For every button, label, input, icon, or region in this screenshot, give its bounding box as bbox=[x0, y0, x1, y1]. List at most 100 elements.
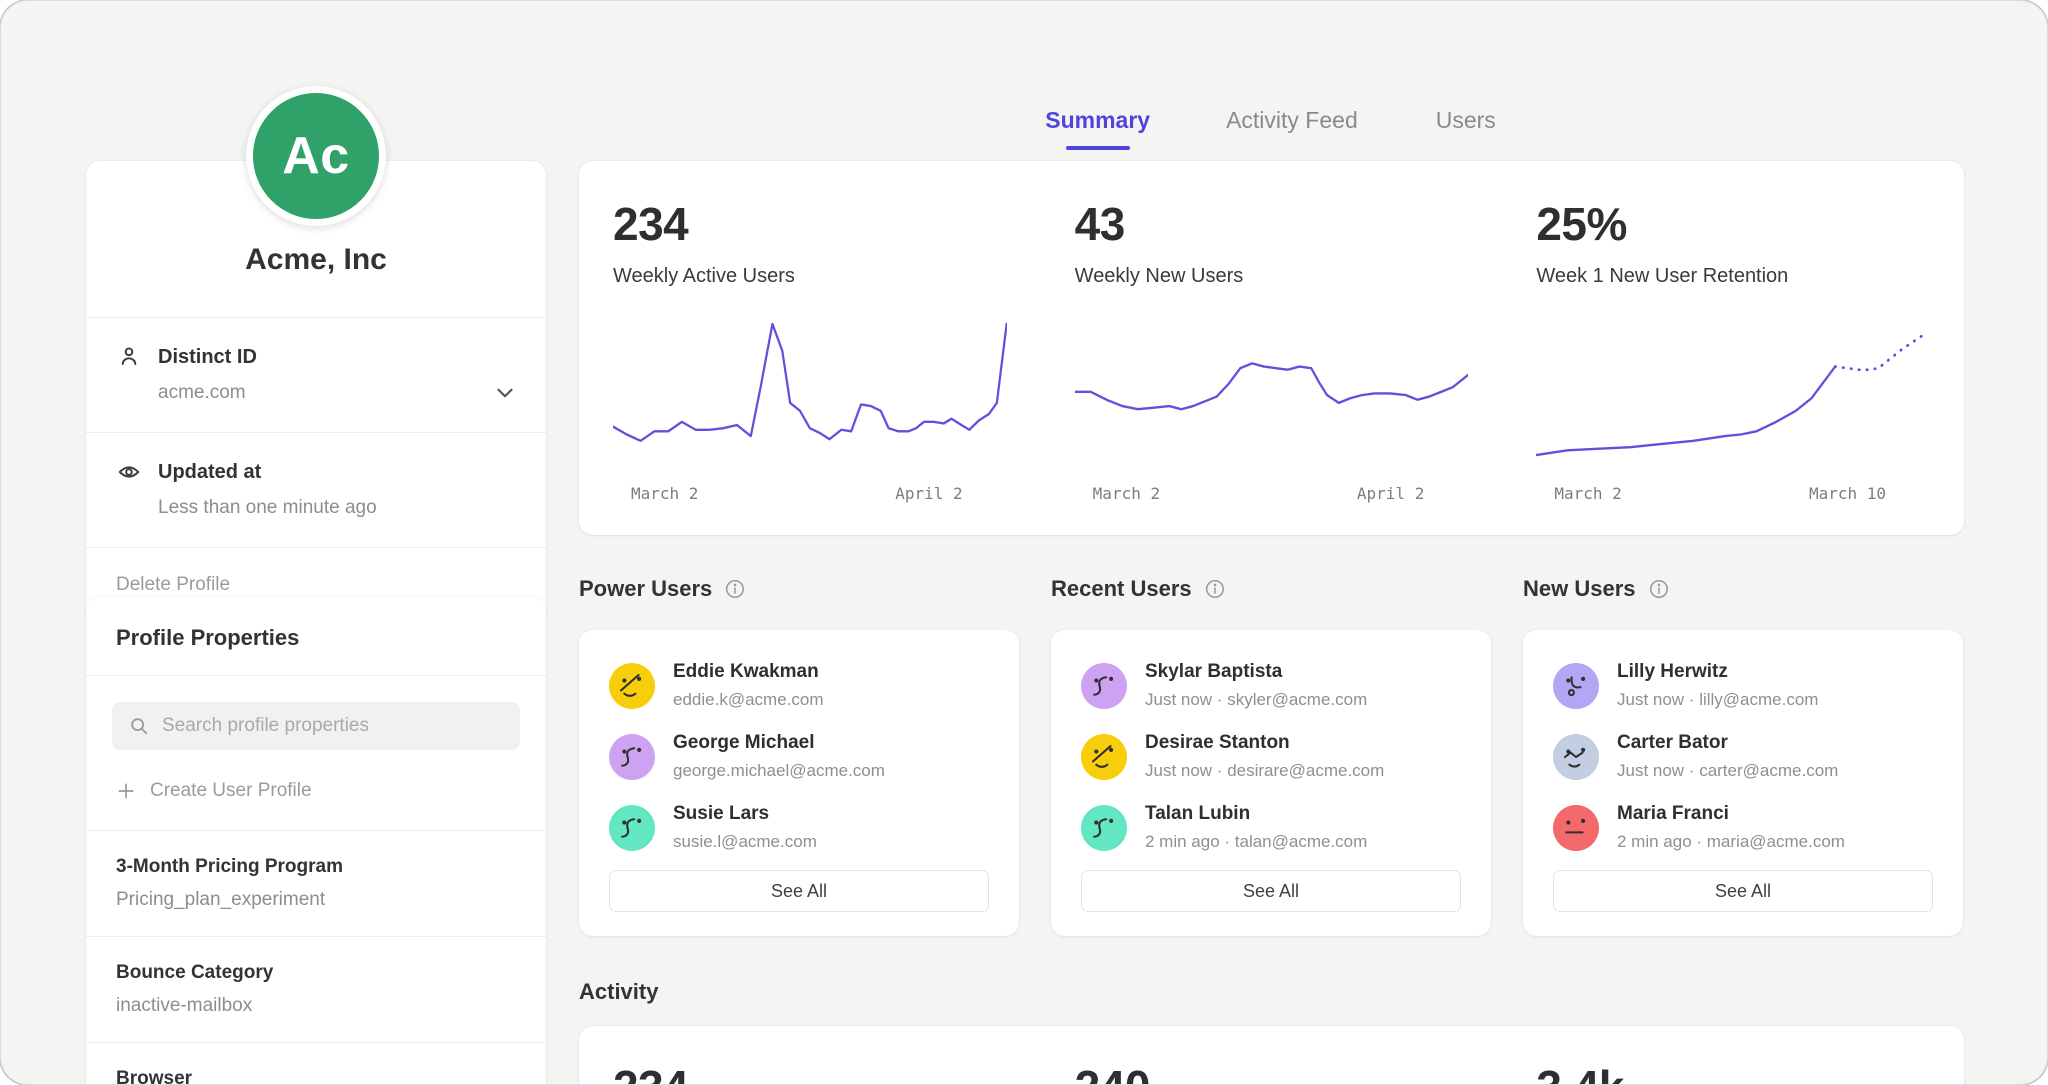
stat-value: 234 bbox=[613, 197, 1007, 251]
stat-value: 43 bbox=[1075, 197, 1469, 251]
avatar-face-icon bbox=[1553, 805, 1599, 851]
new-users-card: Lilly Herwitz Just now · lilly@acme.com … bbox=[1523, 630, 1963, 936]
week1-retention-chart bbox=[1536, 316, 1930, 474]
x-axis-end-label: April 2 bbox=[895, 484, 962, 503]
section-title: Recent Users bbox=[1051, 576, 1192, 602]
stat-label: Week 1 New User Retention bbox=[1536, 265, 1930, 288]
see-all-button[interactable]: See All bbox=[1081, 870, 1461, 912]
see-all-button[interactable]: See All bbox=[1553, 870, 1933, 912]
avatar-face-icon bbox=[1553, 663, 1599, 709]
user-name: Maria Franci bbox=[1617, 803, 1845, 825]
section-title: New Users bbox=[1523, 576, 1636, 602]
avatar-face-icon bbox=[609, 805, 655, 851]
user-name: Desirae Stanton bbox=[1145, 732, 1384, 754]
user-avatar bbox=[609, 663, 655, 709]
user-detail: 2 min ago · maria@acme.com bbox=[1617, 832, 1845, 852]
recent-users-card: Skylar Baptista Just now · skyler@acme.c… bbox=[1051, 630, 1491, 936]
face-mouth bbox=[1569, 677, 1581, 695]
tab-summary-label: Summary bbox=[1045, 107, 1150, 133]
user-detail: Just now · desirare@acme.com bbox=[1145, 761, 1384, 781]
property-row: Bounce Category inactive-mailbox bbox=[86, 936, 546, 1042]
user-row[interactable]: Skylar Baptista Just now · skyler@acme.c… bbox=[1051, 650, 1491, 721]
user-row[interactable]: Talan Lubin 2 min ago · talan@acme.com bbox=[1051, 792, 1491, 863]
user-row[interactable]: George Michael george.michael@acme.com bbox=[579, 721, 1019, 792]
recent-users-heading: Recent Users bbox=[1051, 576, 1491, 602]
search-profile-properties-input[interactable] bbox=[112, 702, 520, 750]
tab-bar: Summary Activity Feed Users bbox=[579, 107, 1964, 150]
distinct-id-row: Distinct ID acme.com bbox=[86, 318, 546, 432]
power-users-heading: Power Users bbox=[579, 576, 1019, 602]
face-eye bbox=[622, 678, 626, 682]
face-eye bbox=[1094, 749, 1098, 753]
avatar-face-icon bbox=[1081, 805, 1127, 851]
user-row[interactable]: Susie Lars susie.l@acme.com bbox=[579, 792, 1019, 863]
tab-summary[interactable]: Summary bbox=[1045, 107, 1150, 150]
user-detail: susie.l@acme.com bbox=[673, 832, 817, 852]
property-name: Bounce Category bbox=[116, 962, 516, 984]
user-avatar bbox=[1081, 663, 1127, 709]
user-row[interactable]: Desirae Stanton Just now · desirare@acme… bbox=[1051, 721, 1491, 792]
weekly-new-users-chart bbox=[1075, 316, 1469, 474]
user-avatar bbox=[609, 805, 655, 851]
power-users-card: Eddie Kwakman eddie.k@acme.com George Mi… bbox=[579, 630, 1019, 936]
x-axis-start-label: March 2 bbox=[1554, 484, 1621, 503]
face-eye bbox=[1109, 818, 1113, 822]
user-avatar bbox=[1553, 734, 1599, 780]
user-detail: Just now · lilly@acme.com bbox=[1617, 690, 1818, 710]
face-eye bbox=[1109, 747, 1113, 751]
avatar-face-icon bbox=[609, 663, 655, 709]
info-icon[interactable] bbox=[1204, 578, 1226, 600]
stat-week1-retention: 25% Week 1 New User Retention March 2 Ma… bbox=[1502, 161, 1964, 535]
company-avatar-initials: Ac bbox=[282, 126, 349, 186]
face-eye bbox=[1581, 818, 1585, 822]
face-eye bbox=[1581, 747, 1585, 751]
user-row[interactable]: Carter Bator Just now · carter@acme.com bbox=[1523, 721, 1963, 792]
activity-stat-value: 240 bbox=[1075, 1060, 1469, 1085]
activity-stat-value: 3.4k bbox=[1536, 1060, 1930, 1085]
company-profile-page: Ac Acme, Inc Distinct ID acme.com Upda bbox=[0, 0, 2048, 1085]
stat-weekly-new-users: 43 Weekly New Users March 2 April 2 bbox=[1041, 161, 1503, 535]
user-avatar bbox=[1553, 805, 1599, 851]
profile-properties-card: Profile Properties Create User Profile 3… bbox=[86, 597, 546, 1085]
tab-users[interactable]: Users bbox=[1434, 107, 1498, 150]
identity-card: Acme, Inc Distinct ID acme.com Updated a… bbox=[86, 161, 546, 622]
property-value: Pricing_plan_experiment bbox=[116, 889, 516, 911]
avatar-face-icon bbox=[1081, 734, 1127, 780]
section-title: Power Users bbox=[579, 576, 712, 602]
user-name: Lilly Herwitz bbox=[1617, 661, 1818, 683]
info-icon[interactable] bbox=[1648, 578, 1670, 600]
face-eye bbox=[1109, 676, 1113, 680]
user-sections-headings: Power Users Recent Users New Users bbox=[579, 576, 1964, 602]
face-eye bbox=[637, 747, 641, 751]
user-row[interactable]: Maria Franci 2 min ago · maria@acme.com bbox=[1523, 792, 1963, 863]
avatar-face-icon bbox=[609, 734, 655, 780]
x-axis: March 2 April 2 bbox=[613, 474, 1007, 503]
chevron-down-icon[interactable] bbox=[492, 380, 518, 406]
user-list: Skylar Baptista Just now · skyler@acme.c… bbox=[1051, 650, 1491, 863]
see-all-button[interactable]: See All bbox=[609, 870, 989, 912]
avatar-face-icon bbox=[1081, 663, 1127, 709]
weekly-active-users-chart bbox=[613, 316, 1007, 474]
stat-weekly-active-users: 234 Weekly Active Users March 2 April 2 bbox=[579, 161, 1041, 535]
user-avatar bbox=[1081, 805, 1127, 851]
user-row[interactable]: Eddie Kwakman eddie.k@acme.com bbox=[579, 650, 1019, 721]
property-row: 3-Month Pricing Program Pricing_plan_exp… bbox=[86, 830, 546, 936]
create-user-profile-button[interactable]: Create User Profile bbox=[86, 770, 546, 830]
face-mouth bbox=[1565, 752, 1583, 766]
info-icon[interactable] bbox=[724, 578, 746, 600]
tab-activity-feed[interactable]: Activity Feed bbox=[1226, 107, 1358, 150]
user-avatar bbox=[1553, 663, 1599, 709]
user-row[interactable]: Lilly Herwitz Just now · lilly@acme.com bbox=[1523, 650, 1963, 721]
face-eye bbox=[622, 749, 626, 753]
user-name: Talan Lubin bbox=[1145, 803, 1367, 825]
stat-label: Weekly Active Users bbox=[613, 265, 1007, 288]
user-name: Susie Lars bbox=[673, 803, 817, 825]
property-row: Browser Chrome bbox=[86, 1042, 546, 1085]
updated-at-row: Updated at Less than one minute ago bbox=[86, 433, 546, 547]
user-detail: 2 min ago · talan@acme.com bbox=[1145, 832, 1367, 852]
active-tab-underline bbox=[1066, 146, 1130, 150]
face-eye bbox=[1581, 676, 1585, 680]
property-value: inactive-mailbox bbox=[116, 995, 516, 1017]
property-name: 3-Month Pricing Program bbox=[116, 856, 516, 878]
x-axis-end-label: March 10 bbox=[1809, 484, 1886, 503]
